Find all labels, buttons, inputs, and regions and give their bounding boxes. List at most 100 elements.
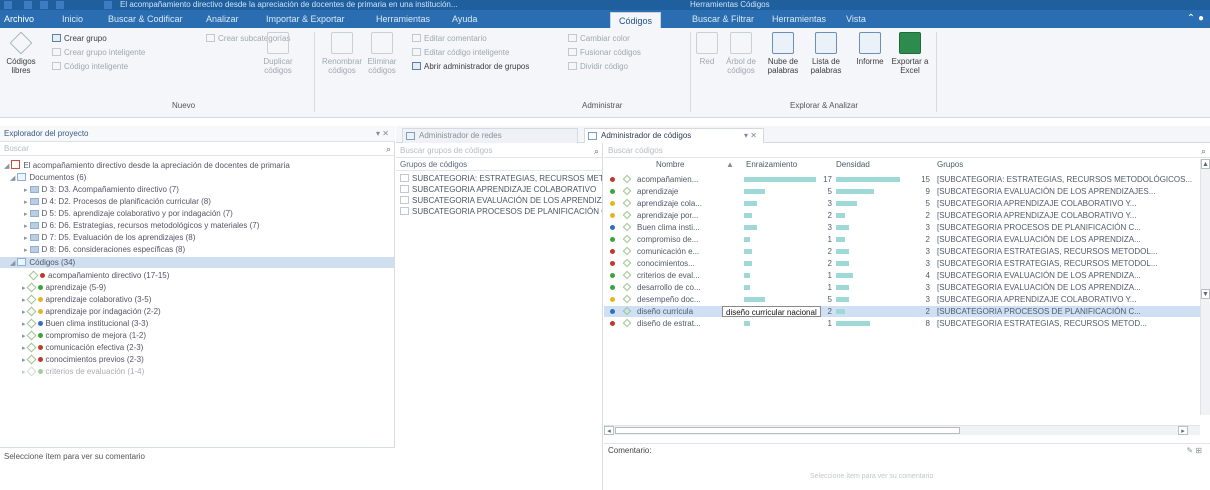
tab-administrador-codigos[interactable]: Administrador de códigos ▾ ✕ xyxy=(584,128,764,143)
lista-palabras-button[interactable]: Lista de palabras xyxy=(806,32,846,75)
horizontal-scrollbar[interactable]: ◂ ▸ xyxy=(604,425,1200,435)
informe-button[interactable]: Informe xyxy=(852,32,888,66)
tree-documents-folder[interactable]: ◢ Documentos (6) xyxy=(10,172,86,183)
code-row[interactable]: criterios de eval... 1 4 [SUBCATEGORIA EVAL… xyxy=(604,270,1200,281)
tree-document-item[interactable]: ▸ D 6: D6. Estrategias, recursos metodoló… xyxy=(24,220,259,231)
expand-icon[interactable]: ◢ xyxy=(4,163,9,170)
tree-code-item[interactable]: ▸ criterios de evaluación (1-4) xyxy=(22,366,144,377)
groups-column-header[interactable]: Grupos de códigos xyxy=(396,159,602,171)
tab-herramientas[interactable]: Herramientas xyxy=(376,10,430,28)
codigos-libres-button[interactable]: Códigos libres xyxy=(4,31,38,75)
tree-code-item[interactable]: ▸ aprendizaje colaborativo (3-5) xyxy=(22,294,151,305)
codes-search-input[interactable]: Buscar códigos ⌕ xyxy=(604,144,1210,158)
undo-icon[interactable] xyxy=(40,1,48,9)
tree-code-item[interactable]: ▸ Buen clima institucional (3-3) xyxy=(22,318,148,329)
code-row[interactable]: compromiso de... 1 2 [SUBCATEGORIA EVALUACI… xyxy=(604,234,1200,245)
tab-analizar[interactable]: Analizar xyxy=(206,10,239,28)
tree-code-item[interactable]: ▸ aprendizaje por indagación (2-2) xyxy=(22,306,161,317)
eliminar-codigos-button[interactable]: Eliminar códigos xyxy=(362,32,402,75)
tree-document-item[interactable]: ▸ D 8: D6. consideraciones específicas (8… xyxy=(24,244,185,255)
code-row[interactable]: aprendizaje por... 2 2 [SUBCATEGORIA APREND… xyxy=(604,210,1200,221)
tree-document-item[interactable]: ▸ D 5: D5. aprendizaje colaborativo y por… xyxy=(24,208,233,219)
tree-document-item[interactable]: ▸ D 4: D2. Procesos de planificación curr… xyxy=(24,196,211,207)
collapse-arrow-icon[interactable]: ▸ xyxy=(24,223,28,230)
collapse-arrow-icon[interactable]: ▸ xyxy=(24,187,28,194)
expand-icon[interactable]: ◢ xyxy=(10,260,15,267)
tree-document-item[interactable]: ▸ D 3: D3. Acompañamiento directivo (7) xyxy=(24,184,179,195)
column-header-enraizamiento[interactable]: Enraizamiento xyxy=(746,159,797,171)
collapse-arrow-icon[interactable]: ▸ xyxy=(22,369,26,376)
expand-icon[interactable]: ◢ xyxy=(10,175,15,182)
project-search-input[interactable]: Buscar ⌕ xyxy=(0,142,394,156)
editar-codigo-inteligente-button[interactable]: Editar código inteligente xyxy=(412,48,509,57)
collapse-arrow-icon[interactable]: ▸ xyxy=(22,285,26,292)
scroll-left-icon[interactable]: ◂ xyxy=(604,426,614,435)
collapse-arrow-icon[interactable]: ▸ xyxy=(24,235,28,242)
code-row[interactable]: aprendizaje cola... 3 5 [SUBCATEGORIA APREN… xyxy=(604,198,1200,209)
code-row[interactable]: desempeño doc... 5 3 [SUBCATEGORIA APRENDIZ… xyxy=(604,294,1200,305)
scroll-thumb[interactable] xyxy=(615,427,960,434)
collapse-arrow-icon[interactable]: ▸ xyxy=(22,333,26,340)
collapse-arrow-icon[interactable]: ▸ xyxy=(22,309,26,316)
abrir-admin-grupos-button[interactable]: Abrir administrador de grupos xyxy=(412,62,529,71)
red-button[interactable]: Red xyxy=(694,32,720,66)
tab-buscar-filtrar[interactable]: Buscar & Filtrar xyxy=(692,10,754,28)
tree-code-item[interactable]: ▸ comunicación efectiva (2-3) xyxy=(22,342,143,353)
collapse-arrow-icon[interactable]: ▸ xyxy=(22,357,26,364)
code-group-item[interactable]: SUBCATEGORIA APRENDIZAJE COLABORATIVO xyxy=(400,184,596,195)
editar-comentario-button[interactable]: Editar comentario xyxy=(412,34,487,43)
tab-ayuda[interactable]: Ayuda xyxy=(452,10,477,28)
scroll-down-icon[interactable]: ▼ xyxy=(1201,289,1210,299)
collapse-arrow-icon[interactable]: ▸ xyxy=(24,247,28,254)
code-row[interactable]: conocimientos... 2 3 [SUBCATEGORIA ESTRATEG… xyxy=(604,258,1200,269)
collapse-arrow-icon[interactable]: ▸ xyxy=(22,297,26,304)
arbol-codigos-button[interactable]: Árbol de códigos xyxy=(722,32,760,75)
pane-pin-icon[interactable]: ▾ ✕ xyxy=(376,126,389,142)
code-row[interactable]: desarrollo de co... 1 3 [SUBCATEGORIA EVALU… xyxy=(604,282,1200,293)
tab-inicio[interactable]: Inicio xyxy=(62,10,83,28)
collapse-arrow-icon[interactable]: ▸ xyxy=(22,345,26,352)
save-icon[interactable] xyxy=(24,1,32,9)
tab-buscar-codificar[interactable]: Buscar & Codificar xyxy=(108,10,183,28)
search-icon[interactable]: ⌕ xyxy=(594,144,599,158)
code-row[interactable]: diseño curricula 2 2 [SUBCATEGORIA PROCESOS… xyxy=(604,306,1200,317)
tab-close-icon[interactable]: ▾ ✕ xyxy=(744,129,757,143)
tree-code-item[interactable]: ▸ conocimientos previos (2-3) xyxy=(22,354,144,365)
tab-vista[interactable]: Vista xyxy=(846,10,866,28)
ribbon-collapse-icon[interactable]: ⌃ ● xyxy=(1187,13,1204,24)
codigo-inteligente-button[interactable]: Código inteligente xyxy=(52,62,128,71)
tab-herramientas-codigos[interactable]: Herramientas xyxy=(772,10,826,28)
tab-archivo[interactable]: Archivo xyxy=(4,10,34,28)
cambiar-color-button[interactable]: Cambiar color xyxy=(568,34,630,43)
code-group-item[interactable]: SUBCATEGORIA PROCESOS DE PLANIFICACIÓN C… xyxy=(400,206,602,217)
sort-asc-icon[interactable]: ▲ xyxy=(726,159,734,171)
collapse-arrow-icon[interactable]: ▸ xyxy=(24,199,28,206)
column-header-nombre[interactable]: Nombre xyxy=(656,159,684,171)
tab-codigos[interactable]: Códigos xyxy=(610,12,662,28)
exportar-excel-button[interactable]: Exportar a Excel xyxy=(890,32,930,75)
search-icon[interactable]: ⌕ xyxy=(1201,144,1206,158)
column-header-densidad[interactable]: Densidad xyxy=(836,159,870,171)
column-header-grupos[interactable]: Grupos xyxy=(937,159,963,171)
collapse-arrow-icon[interactable]: ▸ xyxy=(22,321,26,328)
vertical-scrollbar[interactable]: ▲ ▼ xyxy=(1200,159,1210,415)
scroll-right-icon[interactable]: ▸ xyxy=(1178,426,1188,435)
code-row[interactable]: Buen clima insti... 3 3 [SUBCATEGORIA PROCE… xyxy=(604,222,1200,233)
tree-code-item[interactable]: ▸ aprendizaje (5-9) xyxy=(22,282,106,293)
code-group-item[interactable]: SUBCATEGORIA: ESTRATEGIAS, RECURSOS METO… xyxy=(400,173,602,184)
dividir-codigo-button[interactable]: Dividir código xyxy=(568,62,628,71)
code-group-item[interactable]: SUBCATEGORIA EVALUACIÓN DE LOS APRENDIZA… xyxy=(400,195,602,206)
code-row[interactable]: aprendizaje 5 9 [SUBCATEGORIA EVALUACIÓN DE… xyxy=(604,186,1200,197)
renombrar-codigos-button[interactable]: Renombrar códigos xyxy=(320,32,364,75)
tab-administrador-redes[interactable]: Administrador de redes xyxy=(402,128,578,143)
quick-access-dropdown-icon[interactable] xyxy=(104,1,112,9)
groups-search-input[interactable]: Buscar grupos de códigos ⌕ xyxy=(396,144,602,158)
code-row[interactable]: acompañamien... 17 15 [SUBCATEGORIA: ESTRAT… xyxy=(604,174,1200,185)
scroll-up-icon[interactable]: ▲ xyxy=(1201,159,1210,169)
tab-importar-exportar[interactable]: Importar & Exportar xyxy=(266,10,345,28)
redo-icon[interactable] xyxy=(56,1,64,9)
search-icon[interactable]: ⌕ xyxy=(386,142,391,156)
tree-project-root[interactable]: ◢ El acompañamiento directivo desde la ap… xyxy=(4,160,290,171)
tree-code-item[interactable]: ▸ compromiso de mejora (1-2) xyxy=(22,330,146,341)
tree-document-item[interactable]: ▸ D 7: D5. Evaluación de los aprendizajes… xyxy=(24,232,195,243)
